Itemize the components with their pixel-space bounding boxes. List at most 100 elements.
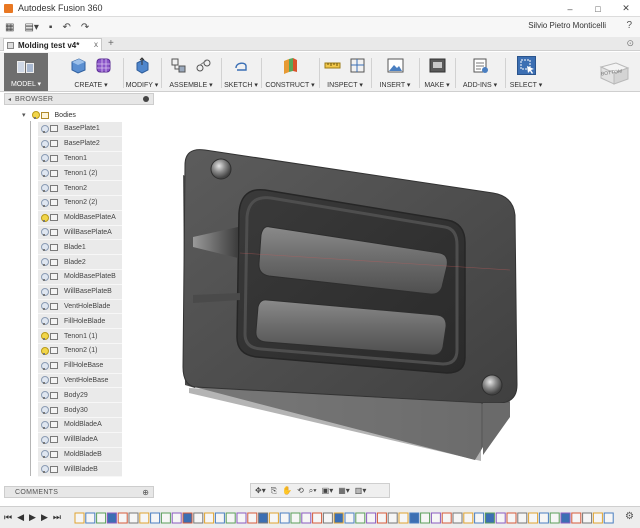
3d-print-icon[interactable] — [428, 56, 447, 75]
browser-body-row[interactable]: Tenon1 — [38, 151, 122, 167]
timeline-feature-icon[interactable] — [247, 512, 258, 524]
browser-body-row[interactable]: BasePlate2 — [38, 136, 122, 152]
maximize-button[interactable]: □ — [584, 0, 612, 17]
timeline-feature-icon[interactable] — [182, 512, 193, 524]
timeline-settings-icon[interactable]: ⚙ — [625, 511, 634, 522]
orbit-icon[interactable]: ✥▾ — [255, 486, 266, 495]
browser-body-row[interactable]: Body29 — [38, 388, 122, 404]
inspect-group[interactable]: INSPECT ▾ — [320, 52, 370, 92]
browser-body-row[interactable]: Tenon2 (2) — [38, 195, 122, 211]
browser-body-row[interactable]: Blade1 — [38, 240, 122, 256]
add-ins-group[interactable]: ADD-INS ▾ — [456, 52, 504, 92]
visibility-bulb-icon[interactable] — [41, 332, 49, 341]
browser-body-row[interactable]: WillBladeB — [38, 462, 122, 478]
select-icon[interactable] — [516, 56, 536, 75]
timeline-feature-icon[interactable] — [96, 512, 107, 524]
timeline-feature-icon[interactable] — [225, 512, 236, 524]
timeline-feature-icon[interactable] — [344, 512, 355, 524]
visibility-bulb-icon[interactable] — [41, 406, 49, 415]
pin-icon[interactable] — [143, 96, 149, 102]
visibility-bulb-icon[interactable] — [41, 228, 49, 237]
help-icon[interactable]: ? — [626, 20, 632, 31]
timeline-feature-icon[interactable] — [430, 512, 441, 524]
timeline-feature-icon[interactable] — [312, 512, 323, 524]
timeline-feature-icon[interactable] — [549, 512, 560, 524]
browser-body-row[interactable]: FillHoleBlade — [38, 314, 122, 330]
browser-body-row[interactable]: MoldBladeA — [38, 417, 122, 433]
data-panel-icon[interactable]: ▦ — [0, 19, 19, 35]
browser-body-row[interactable]: Tenon2 (1) — [38, 343, 122, 359]
timeline-feature-icon[interactable] — [538, 512, 549, 524]
look-at-icon[interactable]: ⎘ — [271, 486, 277, 496]
timeline-feature-icon[interactable] — [85, 512, 96, 524]
timeline-feature-icon[interactable] — [409, 512, 420, 524]
visibility-bulb-icon[interactable] — [41, 213, 49, 222]
timeline-features[interactable] — [74, 511, 618, 525]
joint-icon[interactable] — [194, 56, 213, 75]
timeline-feature-icon[interactable] — [387, 512, 398, 524]
minimize-button[interactable]: – — [556, 0, 584, 17]
browser-body-row[interactable]: Tenon1 (1) — [38, 329, 122, 344]
browser-body-row[interactable]: VentHoleBase — [38, 373, 122, 389]
timeline-feature-icon[interactable] — [582, 512, 593, 524]
select-group[interactable]: SELECT ▾ — [506, 52, 546, 92]
workspace-switcher[interactable]: MODEL ▾ — [4, 53, 48, 91]
pan-icon[interactable]: ✋ — [282, 486, 292, 495]
browser-body-row[interactable]: Blade2 — [38, 255, 122, 270]
browser-body-row[interactable]: Body30 — [38, 403, 122, 418]
visibility-bulb-icon[interactable] — [41, 302, 49, 311]
timeline-feature-icon[interactable] — [106, 512, 117, 524]
visibility-bulb-icon[interactable] — [41, 184, 49, 193]
construct-group[interactable]: CONSTRUCT ▾ — [262, 52, 318, 92]
file-menu-icon[interactable]: ▤▾ — [19, 19, 43, 35]
timeline-feature-icon[interactable] — [452, 512, 463, 524]
timeline-feature-icon[interactable] — [128, 512, 139, 524]
job-status-icon[interactable]: ⊙ — [626, 38, 634, 49]
visibility-bulb-icon[interactable] — [41, 317, 49, 326]
play-icon[interactable]: ▶ — [29, 512, 36, 523]
modify-group[interactable]: MODIFY ▾ — [124, 52, 160, 92]
create-sketch-icon[interactable] — [232, 56, 251, 75]
timeline-feature-icon[interactable] — [528, 512, 539, 524]
make-group[interactable]: MAKE ▾ — [420, 52, 454, 92]
timeline-feature-icon[interactable] — [560, 512, 571, 524]
section-analysis-icon[interactable] — [348, 56, 367, 75]
browser-body-row[interactable]: MoldBasePlateB — [38, 269, 122, 285]
browser-body-row[interactable]: WillBasePlateB — [38, 284, 122, 300]
measure-icon[interactable] — [323, 56, 342, 75]
visibility-bulb-icon[interactable] — [41, 361, 49, 370]
save-icon[interactable]: ▪ — [44, 19, 58, 35]
visibility-bulb-icon[interactable] — [41, 465, 49, 474]
step-forward-icon[interactable]: ▶ — [41, 512, 48, 523]
visibility-bulb-icon[interactable] — [41, 420, 49, 429]
browser-body-row[interactable]: MoldBasePlateA — [38, 210, 122, 226]
viewports-icon[interactable]: ▥▾ — [355, 486, 367, 495]
visibility-bulb-icon[interactable] — [41, 287, 49, 296]
timeline-feature-icon[interactable] — [268, 512, 279, 524]
create-group[interactable]: CREATE ▾ — [60, 52, 122, 92]
visibility-bulb-icon[interactable] — [41, 376, 49, 385]
scripts-icon[interactable] — [471, 56, 490, 75]
timeline-feature-icon[interactable] — [571, 512, 582, 524]
timeline-feature-icon[interactable] — [150, 512, 161, 524]
browser-body-row[interactable]: FillHoleBase — [38, 358, 122, 374]
expand-arrow-icon[interactable]: ▾ — [22, 111, 26, 119]
visibility-bulb-icon[interactable] — [41, 198, 49, 207]
visibility-bulb-icon[interactable] — [41, 272, 49, 281]
visibility-bulb-icon[interactable] — [41, 139, 49, 148]
timeline-feature-icon[interactable] — [592, 512, 603, 524]
tab-document[interactable]: Molding test v4* x — [3, 38, 102, 51]
visibility-bulb-icon[interactable] — [41, 169, 49, 178]
timeline-feature-icon[interactable] — [74, 512, 85, 524]
timeline-feature-icon[interactable] — [474, 512, 485, 524]
browser-panel-header[interactable]: ◂ BROWSER — [4, 93, 154, 105]
visibility-bulb-icon[interactable] — [41, 346, 49, 355]
timeline-feature-icon[interactable] — [193, 512, 204, 524]
undo-icon[interactable]: ↶ — [57, 19, 75, 35]
visibility-bulb-icon[interactable] — [41, 258, 49, 267]
timeline-feature-icon[interactable] — [117, 512, 128, 524]
grid-settings-icon[interactable]: ▦▾ — [338, 486, 350, 495]
close-tab-icon[interactable]: x — [94, 40, 98, 49]
timeline-feature-icon[interactable] — [290, 512, 301, 524]
sketch-group[interactable]: SKETCH ▾ — [222, 52, 260, 92]
